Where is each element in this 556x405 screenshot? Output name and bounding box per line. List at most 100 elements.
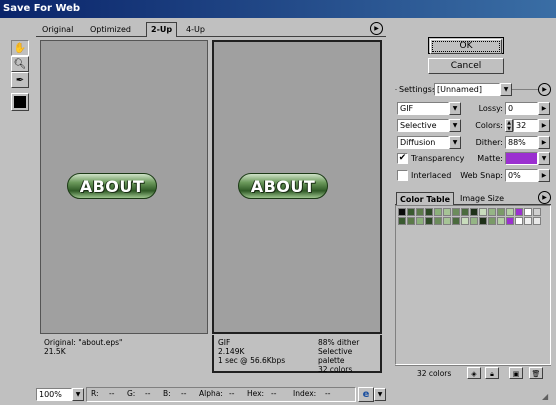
- preview-menu-button[interactable]: ▶: [370, 22, 383, 35]
- web-shift-button[interactable]: ◈: [467, 367, 481, 379]
- color-swatch[interactable]: [434, 208, 442, 216]
- websnap-slider-button[interactable]: ▶: [538, 169, 550, 182]
- color-swatch[interactable]: [461, 208, 469, 216]
- new-color-button[interactable]: ▣: [509, 367, 523, 379]
- dither-algorithm-dropdown[interactable]: ▼: [449, 136, 461, 149]
- colors-label: Colors:: [475, 121, 503, 130]
- color-swatch[interactable]: [452, 217, 460, 225]
- palette-field[interactable]: Selective: [397, 119, 449, 132]
- dither-slider-button[interactable]: ▶: [538, 136, 550, 149]
- zoom-tool[interactable]: 🔍︎: [11, 56, 29, 72]
- colors-stepper[interactable]: ▲ ▼: [505, 119, 513, 132]
- interlaced-checkbox[interactable]: [397, 170, 408, 181]
- tab-original[interactable]: Original: [38, 23, 77, 36]
- zoom-dropdown[interactable]: ▼: [72, 388, 84, 401]
- color-table-menu-button[interactable]: ▶: [538, 191, 551, 204]
- color-swatch[interactable]: [506, 217, 514, 225]
- colors-dropdown[interactable]: ▶: [538, 119, 550, 132]
- format-dropdown[interactable]: ▼: [449, 102, 461, 115]
- colors-field[interactable]: 32: [513, 119, 538, 132]
- r-value: --: [109, 389, 115, 398]
- chevron-down-icon: ▼: [75, 391, 81, 398]
- websnap-label: Web Snap:: [460, 171, 503, 180]
- cube-icon: ◈: [471, 370, 477, 378]
- color-swatch[interactable]: [425, 208, 433, 216]
- color-swatch[interactable]: [515, 208, 523, 216]
- color-swatch[interactable]: [533, 217, 541, 225]
- dither-field[interactable]: 88%: [505, 136, 538, 149]
- play-arrow-icon: ▶: [541, 139, 547, 146]
- tab-image-size[interactable]: Image Size: [457, 193, 507, 205]
- hex-value: --: [271, 389, 277, 398]
- matte-dropdown[interactable]: ▼: [538, 152, 550, 165]
- color-swatch[interactable]: [407, 217, 415, 225]
- matte-color-swatch[interactable]: [505, 152, 538, 165]
- play-arrow-icon: ▶: [542, 86, 547, 93]
- transparency-checkbox[interactable]: ✔: [397, 153, 408, 164]
- tab-4up[interactable]: 4-Up: [182, 23, 209, 36]
- lossy-field[interactable]: 0: [505, 102, 538, 115]
- tab-2up[interactable]: 2-Up: [146, 22, 178, 37]
- color-swatch[interactable]: [398, 217, 406, 225]
- color-readout: R: -- G: -- B: -- Alpha: -- Hex: -- Inde…: [86, 387, 356, 402]
- alpha-label: Alpha:: [199, 389, 223, 398]
- format-field[interactable]: GIF: [397, 102, 449, 115]
- color-swatch[interactable]: [488, 208, 496, 216]
- cancel-button[interactable]: Cancel: [428, 58, 504, 74]
- delete-color-button[interactable]: 🗑︎: [529, 367, 543, 379]
- color-swatch[interactable]: [443, 208, 451, 216]
- websnap-field[interactable]: 0%: [505, 169, 538, 182]
- color-swatch[interactable]: [506, 208, 514, 216]
- lossy-label: Lossy:: [478, 104, 503, 113]
- index-label: Index:: [293, 389, 317, 398]
- color-swatch[interactable]: [524, 208, 532, 216]
- browser-dropdown[interactable]: ▼: [374, 388, 386, 401]
- original-filename: Original: "about.eps": [44, 338, 123, 347]
- color-swatch[interactable]: [443, 217, 451, 225]
- tab-optimized[interactable]: Optimized: [86, 23, 135, 36]
- matte-color-fill: [506, 153, 537, 164]
- browser-preview-button[interactable]: e: [358, 387, 374, 402]
- color-swatch[interactable]: [416, 208, 424, 216]
- settings-menu-button[interactable]: ▶: [538, 83, 551, 96]
- chevron-down-icon: ▼: [452, 122, 458, 129]
- lock-color-button[interactable]: 🔒︎: [485, 367, 499, 379]
- ok-button[interactable]: OK: [428, 37, 504, 54]
- tab-optimized-label: Optimized: [90, 25, 131, 34]
- cancel-label: Cancel: [450, 61, 482, 71]
- color-swatch[interactable]: [497, 217, 505, 225]
- color-swatch[interactable]: [470, 208, 478, 216]
- settings-preset-field[interactable]: [Unnamed]: [434, 83, 500, 96]
- color-swatch[interactable]: [398, 208, 406, 216]
- palette-dropdown[interactable]: ▼: [449, 119, 461, 132]
- lossy-slider-button[interactable]: ▶: [538, 102, 550, 115]
- optimized-colors: 32 colors: [318, 365, 353, 374]
- dither-algorithm-field[interactable]: Diffusion: [397, 136, 449, 149]
- color-swatch[interactable]: [452, 208, 460, 216]
- color-swatch[interactable]: [407, 208, 415, 216]
- eyedropper-tool[interactable]: ✒: [11, 72, 29, 88]
- optimized-dither: 88% dither: [318, 338, 360, 347]
- eyedropper-color-well[interactable]: [11, 93, 29, 111]
- resize-grip-icon[interactable]: ◢: [542, 392, 552, 402]
- zoom-field[interactable]: 100%: [36, 388, 72, 401]
- color-swatch[interactable]: [416, 217, 424, 225]
- color-swatch[interactable]: [461, 217, 469, 225]
- color-swatch[interactable]: [470, 217, 478, 225]
- color-swatch[interactable]: [524, 217, 532, 225]
- color-swatch[interactable]: [479, 208, 487, 216]
- window-title: Save For Web: [3, 3, 81, 14]
- tab-color-table-label: Color Table: [400, 195, 451, 204]
- color-swatch[interactable]: [488, 217, 496, 225]
- tab-color-table[interactable]: Color Table: [396, 192, 455, 205]
- color-swatch[interactable]: [479, 217, 487, 225]
- color-swatch[interactable]: [533, 208, 541, 216]
- color-swatch[interactable]: [425, 217, 433, 225]
- optimized-download-time: 1 sec @ 56.6Kbps: [218, 356, 286, 365]
- color-swatch[interactable]: [515, 217, 523, 225]
- color-table[interactable]: [395, 205, 551, 365]
- color-swatch[interactable]: [497, 208, 505, 216]
- hand-tool[interactable]: ✋: [11, 40, 29, 56]
- color-swatch[interactable]: [434, 217, 442, 225]
- settings-preset-dropdown[interactable]: ▼: [500, 83, 512, 96]
